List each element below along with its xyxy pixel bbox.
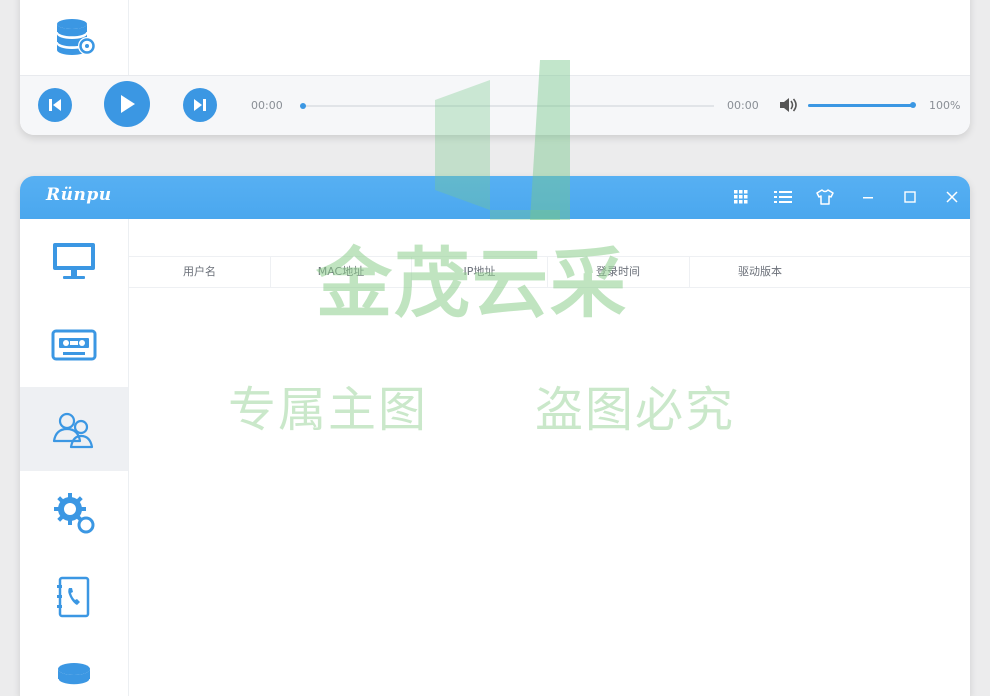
- column-header-username[interactable]: 用户名: [129, 257, 270, 287]
- player-bar: 00:00 00:00 100%: [20, 75, 970, 135]
- current-time: 00:00: [251, 99, 283, 112]
- sidebar-item-monitor[interactable]: [20, 219, 128, 303]
- database-settings-icon[interactable]: [52, 12, 100, 60]
- progress-knob[interactable]: [300, 103, 306, 109]
- gear-icon: [54, 493, 95, 534]
- volume-fill: [808, 104, 913, 107]
- title-bar[interactable]: Rünpu: [20, 176, 970, 219]
- sidebar-item-contacts[interactable]: [20, 555, 128, 639]
- total-time: 00:00: [727, 99, 759, 112]
- volume-knob[interactable]: [910, 102, 916, 108]
- sidebar: [20, 219, 129, 696]
- volume-icon[interactable]: [778, 96, 798, 118]
- grid-icon[interactable]: [731, 187, 751, 207]
- monitor-icon: [53, 243, 95, 279]
- top-window-sidebar: [20, 0, 129, 75]
- skip-forward-icon: [194, 99, 206, 111]
- table-header: 用户名 MAC地址 IP地址 登录时间 驱动版本: [129, 256, 970, 288]
- top-window: 00:00 00:00 100%: [20, 0, 970, 135]
- sidebar-item-settings[interactable]: [20, 471, 128, 555]
- progress-slider[interactable]: [300, 105, 714, 107]
- next-button[interactable]: [183, 88, 217, 122]
- sidebar-item-users[interactable]: [20, 387, 128, 471]
- volume-percent: 100%: [929, 99, 961, 112]
- column-header-login-time[interactable]: 登录时间: [548, 257, 688, 287]
- skip-back-icon: [49, 99, 61, 111]
- minimize-icon[interactable]: [858, 187, 878, 207]
- cassette-icon: [51, 329, 97, 361]
- list-icon[interactable]: [773, 187, 793, 207]
- phonebook-icon: [57, 576, 90, 618]
- previous-button[interactable]: [38, 88, 72, 122]
- play-button[interactable]: [104, 81, 150, 127]
- column-header-ip[interactable]: IP地址: [412, 257, 547, 287]
- column-header-driver-version[interactable]: 驱动版本: [690, 257, 830, 287]
- sidebar-item-cassette[interactable]: [20, 303, 128, 387]
- shirt-icon[interactable]: [815, 187, 835, 207]
- app-logo: Rünpu: [46, 185, 112, 205]
- main-window: Rünpu 用户名 MAC地址 IP地址 登录时间 驱动版本: [20, 176, 970, 696]
- database-icon: [57, 663, 91, 686]
- close-icon[interactable]: [942, 187, 962, 207]
- play-icon: [121, 95, 135, 113]
- main-content: 用户名 MAC地址 IP地址 登录时间 驱动版本: [129, 219, 970, 696]
- maximize-icon[interactable]: [900, 187, 920, 207]
- users-icon: [52, 412, 94, 449]
- column-header-mac[interactable]: MAC地址: [271, 257, 411, 287]
- sidebar-item-database[interactable]: [20, 639, 128, 696]
